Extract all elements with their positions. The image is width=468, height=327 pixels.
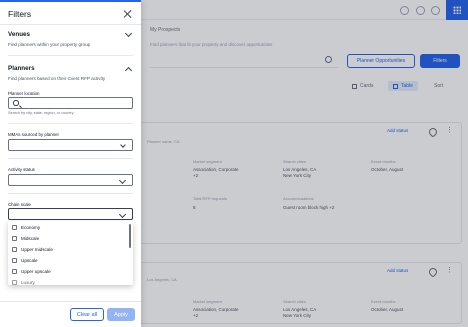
divider [0,301,141,302]
chevron-up-icon[interactable] [124,66,133,75]
checkbox[interactable] [12,258,17,263]
activity-status-select[interactable] [8,174,133,186]
chain-scale-option[interactable]: Upper upscale [12,269,51,274]
option-label: Upper upscale [21,269,51,274]
planners-section-title[interactable]: Planners [8,65,35,72]
panel-title: Filters [8,9,32,19]
chain-scale-option[interactable]: Upper midscale [12,247,53,252]
planner-location-input[interactable] [8,97,133,109]
chain-scale-label: Chain scale [8,202,31,207]
chain-scale-option[interactable]: Midscale [12,236,39,241]
clear-all-button[interactable]: Clear all [70,308,104,321]
chevron-down-icon [118,176,127,185]
apply-button[interactable]: Apply [107,308,135,321]
activity-status-label: Activity status [8,167,35,172]
venues-section-description: Find planners within your property group [8,42,91,47]
option-label: Midscale [21,236,40,241]
planner-location-label: Planner location [8,91,40,96]
mmas-select[interactable] [8,139,133,151]
filters-panel: Filters Venues Find planners within your… [0,0,141,327]
option-label: Upper midscale [21,247,53,252]
checkbox[interactable] [12,247,17,252]
checkbox[interactable] [12,280,17,285]
dropdown-scrollbar[interactable] [129,224,131,248]
divider [8,123,133,124]
search-icon [13,100,19,106]
chain-scale-option[interactable]: Upscale [12,258,38,263]
option-label: Luxury [21,280,35,285]
checkbox[interactable] [12,269,17,274]
close-icon[interactable] [122,9,132,19]
divider [0,24,141,25]
mmas-label: MMAs sourced by planner [8,132,60,137]
planner-location-hint: Search by city, state, region, or countr… [8,111,74,115]
option-label: Upscale [21,258,38,263]
option-label: Economy [21,225,41,230]
chevron-down-icon [120,141,126,148]
divider [8,193,133,194]
venues-section-title[interactable]: Venues [8,31,30,38]
chain-scale-select[interactable] [8,208,133,220]
planners-section-description: Find planners based on their Cvent RFP a… [8,76,106,81]
chain-scale-dropdown[interactable]: Economy Midscale Upper midscale Upscale … [8,221,133,285]
chevron-down-icon[interactable] [124,29,133,38]
checkbox[interactable] [12,236,17,241]
chevron-down-icon [118,210,127,219]
chain-scale-option[interactable]: Luxury [12,280,35,285]
divider [8,55,133,56]
divider [8,158,133,159]
checkbox[interactable] [12,225,17,230]
chain-scale-option[interactable]: Economy [12,225,40,230]
